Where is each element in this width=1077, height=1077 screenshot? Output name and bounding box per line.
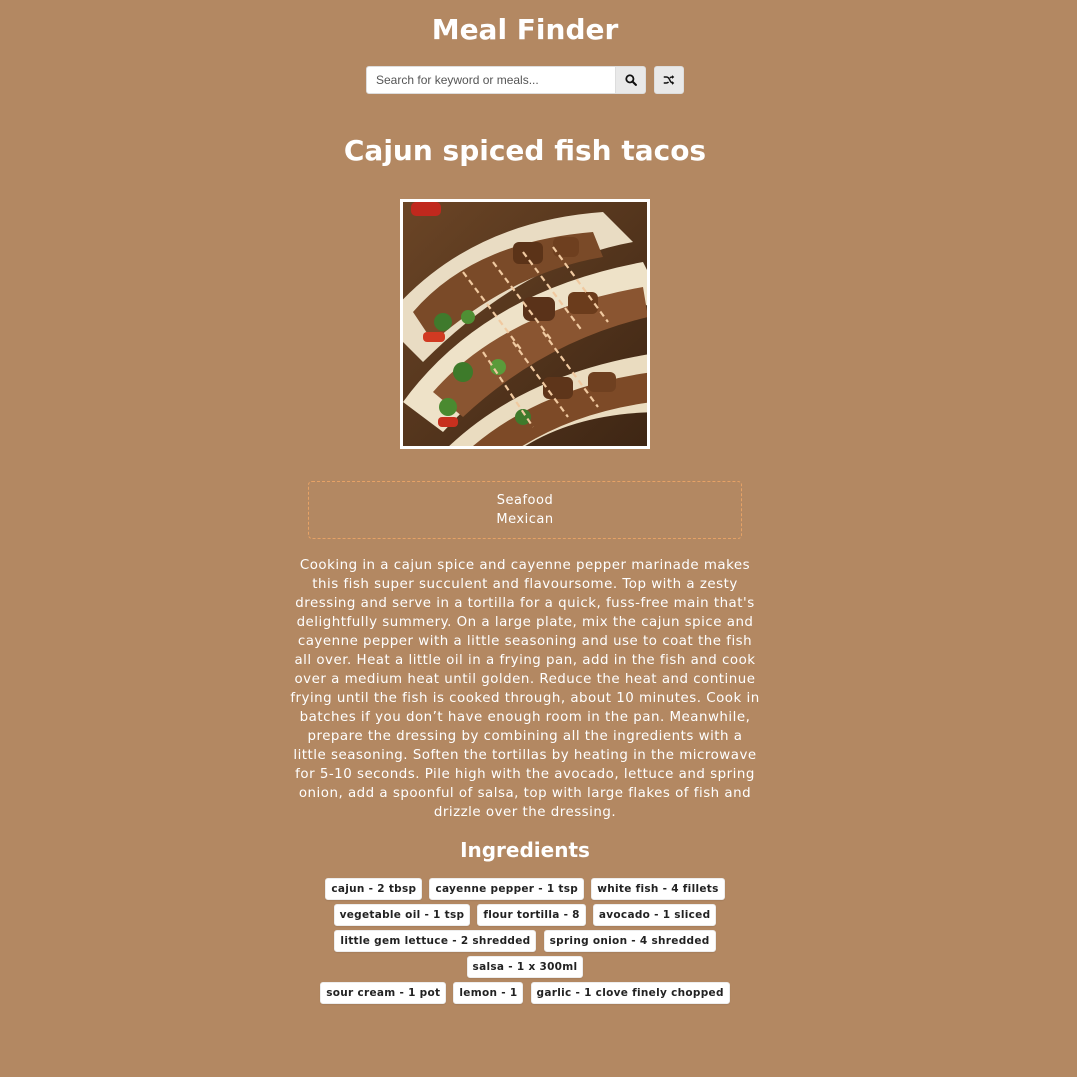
meal-area: Mexican — [496, 512, 554, 527]
search-button[interactable] — [616, 66, 646, 94]
ingredient-item: salsa - 1 x 300ml — [466, 956, 584, 978]
ingredient-item: sour cream - 1 pot — [320, 982, 447, 1004]
ingredient-item: garlic - 1 clove finely chopped — [530, 982, 730, 1004]
meal-instructions: Cooking in a cajun spice and cayenne pep… — [290, 558, 760, 820]
ingredient-item: cajun - 2 tbsp — [325, 878, 423, 900]
fish-tacos-photo — [403, 202, 647, 446]
app-title: Meal Finder — [431, 13, 619, 46]
ingredient-item: flour tortilla - 8 — [477, 904, 586, 926]
ingredient-item: avocado - 1 sliced — [592, 904, 717, 926]
meal-image — [400, 199, 650, 449]
ingredient-item: spring onion - 4 shredded — [543, 930, 716, 952]
ingredient-item: cayenne pepper - 1 tsp — [429, 878, 585, 900]
ingredients-list: cajun - 2 tbsp cayenne pepper - 1 tsp wh… — [290, 878, 760, 1008]
search-form — [366, 66, 646, 94]
meal-title: Cajun spiced fish tacos — [343, 134, 707, 167]
meal-finder-page: Meal Finder Cajun spiced fish tacos — [0, 0, 1077, 1077]
random-meal-button[interactable] — [654, 66, 684, 94]
shuffle-icon — [663, 75, 675, 85]
ingredients-heading: Ingredients — [460, 838, 590, 862]
ingredient-item: white fish - 4 fillets — [591, 878, 725, 900]
search-input[interactable] — [366, 66, 616, 94]
meal-category: Seafood — [496, 493, 554, 508]
ingredient-item: vegetable oil - 1 tsp — [333, 904, 471, 926]
search-icon — [624, 74, 637, 86]
ingredient-item: little gem lettuce - 2 shredded — [334, 930, 537, 952]
ingredient-item: lemon - 1 — [453, 982, 524, 1004]
meal-info-box: Seafood Mexican — [308, 481, 742, 539]
